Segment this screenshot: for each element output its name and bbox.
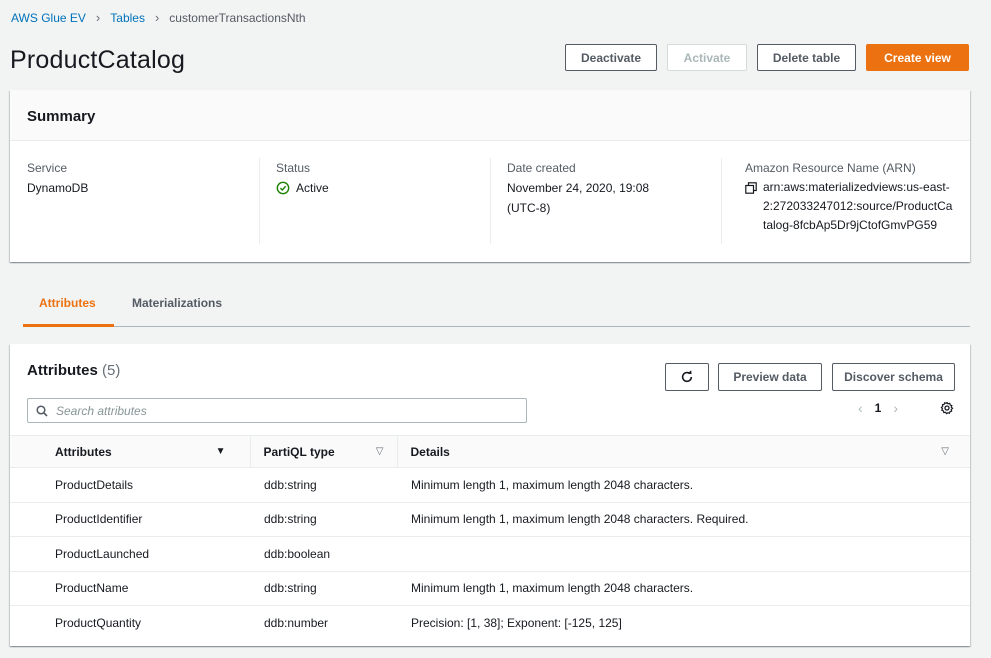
discover-schema-button[interactable]: Discover schema (832, 363, 955, 391)
arn-column: Amazon Resource Name (ARN) arn:aws:mater… (721, 158, 970, 244)
attribute-type: ddb:number (264, 616, 329, 630)
table-header-row: Attributes ▼ PartiQL type ▽ Details ▽ (10, 435, 970, 468)
tab-materializations[interactable]: Materializations (114, 286, 238, 327)
column-header-details[interactable]: Details ▽ (396, 435, 970, 468)
attribute-details: Minimum length 1, maximum length 2048 ch… (411, 581, 694, 596)
breadcrumb-link-aws-glue-ev[interactable]: AWS Glue EV (11, 11, 86, 25)
attribute-name: ProductIdentifier (55, 512, 143, 527)
gear-icon[interactable] (940, 401, 954, 415)
attribute-name: ProductLaunched (55, 546, 150, 561)
arn-value: arn:aws:materializedviews:us-east-2:2720… (763, 180, 953, 232)
summary-header: Summary (10, 90, 970, 141)
tab-attributes[interactable]: Attributes (23, 286, 114, 327)
chevron-right-icon[interactable]: › (893, 400, 898, 416)
chevron-left-icon[interactable]: ‹ (858, 400, 863, 416)
summary-columns: Service DynamoDB Status Active Date crea… (10, 141, 970, 244)
attributes-panel: Attributes (5) Preview data Discover sch… (10, 344, 970, 646)
sort-icon: ▽ (941, 446, 949, 457)
tab-bar: Attributes Materializations (23, 286, 970, 327)
attribute-name: ProductDetails (55, 477, 134, 492)
attribute-type: ddb:boolean (264, 546, 331, 561)
summary-panel: Summary Service DynamoDB Status Active D… (10, 90, 970, 262)
attributes-count: (5) (102, 362, 121, 379)
search-icon (36, 404, 48, 417)
attribute-details: Minimum length 1, maximum length 2048 ch… (411, 512, 749, 527)
attributes-table: Attributes ▼ PartiQL type ▽ Details ▽ Pr… (10, 435, 970, 640)
delete-table-button[interactable]: Delete table (757, 44, 856, 71)
date-created-value: November 24, 2020, 19:08 (UTC-8) (507, 181, 650, 215)
chevron-right-icon: › (95, 10, 101, 25)
refresh-icon (681, 370, 693, 383)
column-header-label: PartiQL type (263, 444, 335, 459)
column-header-attributes[interactable]: Attributes ▼ (10, 436, 250, 468)
breadcrumb: AWS Glue EV › Tables › customerTransacti… (11, 10, 306, 25)
attribute-details: Minimum length 1, maximum length 2048 ch… (411, 477, 694, 492)
preview-data-button[interactable]: Preview data (718, 363, 822, 391)
table-row: ProductName ddb:string Minimum length 1,… (10, 571, 970, 606)
service-label: Service (27, 161, 68, 175)
create-view-button[interactable]: Create view (866, 44, 969, 71)
attribute-details: Precision: [1, 38]; Exponent: [-125, 125… (411, 616, 622, 630)
search-input[interactable] (56, 403, 516, 418)
date-created-label: Date created (507, 161, 576, 175)
arn-label: Amazon Resource Name (ARN) (745, 161, 916, 175)
attributes-title: Attributes (27, 362, 98, 379)
column-divider (721, 158, 722, 244)
column-header-partiql-type[interactable]: PartiQL type ▽ (249, 435, 397, 468)
status-column: Status Active (259, 158, 490, 244)
breadcrumb-link-tables[interactable]: Tables (110, 11, 145, 25)
table-row: ProductLaunched ddb:boolean (10, 537, 970, 572)
service-column: Service DynamoDB (10, 158, 259, 235)
column-header-label: Details (410, 444, 450, 459)
activate-button[interactable]: Activate (667, 44, 747, 71)
attribute-type: ddb:string (264, 512, 317, 527)
refresh-button[interactable] (665, 363, 709, 391)
column-divider (490, 158, 491, 244)
copy-icon[interactable] (745, 182, 757, 194)
attribute-details (397, 537, 970, 572)
attribute-type: ddb:string (264, 477, 317, 492)
attribute-type: ddb:string (264, 581, 317, 596)
page-number[interactable]: 1 (875, 401, 882, 415)
sort-descending-icon: ▼ (215, 446, 226, 457)
attributes-heading: Attributes (5) (27, 362, 120, 379)
column-divider (259, 158, 260, 244)
status-text: Active (296, 181, 329, 195)
attribute-name: ProductName (55, 581, 129, 596)
attribute-name: ProductQuantity (55, 616, 142, 630)
breadcrumb-current: customerTransactionsNth (169, 10, 306, 25)
search-field (27, 398, 527, 423)
column-header-label: Attributes (55, 444, 112, 459)
deactivate-button[interactable]: Deactivate (565, 44, 657, 71)
summary-heading: Summary (27, 108, 96, 125)
date-column: Date created November 24, 2020, 19:08 (U… (490, 158, 721, 244)
status-value: Active (276, 178, 490, 198)
chevron-right-icon: › (154, 10, 160, 25)
check-circle-icon (276, 181, 290, 195)
arn-value-wrap: arn:aws:materializedviews:us-east-2:2720… (745, 178, 970, 235)
pagination: ‹ 1 › (858, 400, 898, 416)
service-value: DynamoDB (27, 181, 89, 195)
status-label: Status (276, 161, 311, 175)
table-row: ProductDetails ddb:string Minimum length… (10, 468, 970, 502)
sort-icon: ▽ (375, 446, 384, 457)
header-actions: Deactivate Activate Delete table Create … (565, 44, 969, 71)
table-row: ProductIdentifier ddb:string Minimum len… (10, 502, 970, 537)
table-row: ProductQuantity ddb:number Precision: [1… (10, 606, 970, 641)
page-title: ProductCatalog (10, 46, 186, 74)
